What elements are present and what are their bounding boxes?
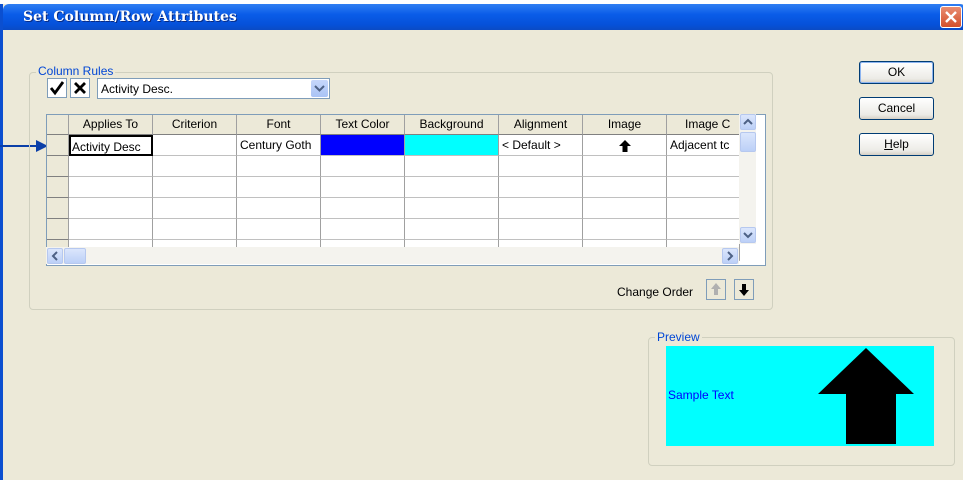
row-header[interactable] (47, 177, 69, 198)
table-cell-font[interactable]: Century Goth (237, 135, 321, 156)
table-cell[interactable] (153, 156, 237, 177)
table-cell-image[interactable] (583, 135, 667, 156)
dropdown-button[interactable] (311, 80, 328, 97)
table-cell-text-color[interactable] (321, 135, 405, 156)
table-cell[interactable] (69, 219, 153, 240)
column-header[interactable]: Font (237, 115, 321, 135)
chevron-up-icon (743, 118, 753, 125)
scroll-down-button[interactable] (740, 227, 756, 243)
column-header[interactable]: Alignment (499, 115, 583, 135)
table-cell[interactable] (667, 156, 740, 177)
table-cell[interactable] (405, 198, 499, 219)
preview-label: Preview (655, 330, 702, 344)
move-down-button[interactable] (734, 279, 754, 300)
column-header[interactable]: Criterion (153, 115, 237, 135)
chevron-down-icon (314, 85, 325, 92)
row-header[interactable] (47, 156, 69, 177)
scroll-right-button[interactable] (722, 248, 738, 264)
chevron-left-icon (51, 251, 58, 261)
scroll-up-button[interactable] (740, 114, 756, 130)
table-cell[interactable] (237, 156, 321, 177)
table-cell[interactable] (583, 198, 667, 219)
table-cell[interactable] (237, 198, 321, 219)
move-up-button[interactable] (706, 279, 726, 300)
preview-sample-text: Sample Text (668, 388, 734, 402)
scroll-thumb[interactable] (64, 248, 86, 264)
checkmark-icon (49, 81, 65, 96)
table-cell-criterion[interactable] (153, 135, 237, 156)
help-label: elp (892, 137, 909, 151)
table-cell[interactable] (499, 219, 583, 240)
rules-grid[interactable]: Applies To Criterion Font Text Color Bac… (46, 114, 766, 266)
close-icon (945, 11, 957, 23)
table-cell[interactable] (69, 177, 153, 198)
vertical-scrollbar[interactable] (739, 114, 756, 244)
ok-button[interactable]: OK (859, 61, 934, 84)
row-header[interactable] (47, 198, 69, 219)
close-button[interactable] (940, 6, 962, 28)
table-cell[interactable] (237, 219, 321, 240)
scroll-thumb[interactable] (740, 132, 756, 152)
table-cell[interactable] (69, 156, 153, 177)
column-header[interactable]: Background (405, 115, 499, 135)
table-cell[interactable] (153, 198, 237, 219)
table-cell-alignment[interactable]: < Default > (499, 135, 583, 156)
table-cell[interactable] (321, 156, 405, 177)
table-cell-applies-to[interactable]: Activity Desc (69, 135, 153, 156)
table-cell[interactable] (499, 198, 583, 219)
table-cell[interactable] (405, 156, 499, 177)
table-cell[interactable] (583, 156, 667, 177)
change-order-label: Change Order (617, 285, 694, 299)
column-select-value: Activity Desc. (101, 82, 174, 96)
title-bar[interactable]: Set Column/Row Attributes (3, 4, 963, 30)
table-cell[interactable] (405, 219, 499, 240)
row-header[interactable] (47, 219, 69, 240)
column-header[interactable]: Image (583, 115, 667, 135)
table-cell[interactable] (499, 177, 583, 198)
table-cell[interactable] (667, 177, 740, 198)
dialog-title: Set Column/Row Attributes (23, 9, 237, 25)
table-cell[interactable] (321, 177, 405, 198)
table-cell-image-c[interactable]: Adjacent tc (667, 135, 740, 156)
column-header[interactable]: Applies To (69, 115, 153, 135)
preview-area: Sample Text (666, 346, 934, 446)
up-arrow-icon (618, 139, 631, 152)
row-header[interactable] (47, 135, 69, 156)
accept-button[interactable] (47, 78, 67, 98)
table-cell[interactable] (69, 198, 153, 219)
table-cell[interactable] (153, 219, 237, 240)
table-cell[interactable] (153, 177, 237, 198)
table-cell-background[interactable] (405, 135, 499, 156)
table-cell[interactable] (667, 198, 740, 219)
up-arrow-icon (711, 283, 721, 295)
help-mnemonic: H (884, 137, 893, 151)
table-cell[interactable] (499, 156, 583, 177)
grid-corner (47, 115, 69, 135)
cancel-button[interactable]: Cancel (859, 97, 934, 120)
help-button[interactable]: Help (859, 133, 934, 156)
cancel-edit-button[interactable] (70, 78, 90, 98)
table-cell[interactable] (321, 198, 405, 219)
x-icon (74, 82, 86, 94)
table-cell[interactable] (321, 219, 405, 240)
column-select[interactable]: Activity Desc. (97, 78, 330, 99)
down-arrow-icon (739, 284, 749, 296)
table-cell[interactable] (583, 177, 667, 198)
chevron-down-icon (743, 232, 753, 239)
up-arrow-icon (818, 348, 914, 444)
table-cell[interactable] (405, 177, 499, 198)
table-cell[interactable] (237, 177, 321, 198)
chevron-right-icon (727, 251, 734, 261)
table-cell[interactable] (583, 219, 667, 240)
column-header[interactable]: Text Color (321, 115, 405, 135)
scroll-left-button[interactable] (47, 248, 63, 264)
table-cell[interactable] (667, 219, 740, 240)
horizontal-scrollbar[interactable] (46, 247, 739, 264)
column-rules-label: Column Rules (36, 64, 116, 78)
column-header[interactable]: Image C (667, 115, 740, 135)
